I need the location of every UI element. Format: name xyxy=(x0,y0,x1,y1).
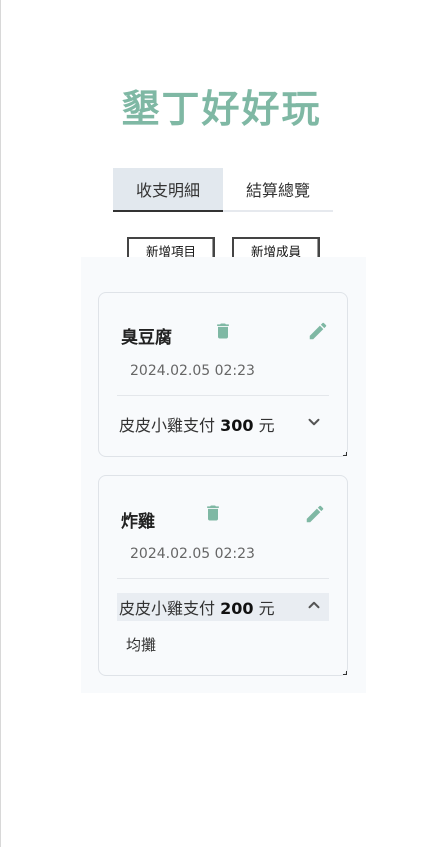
expense-list: 臭豆腐 2024.02.05 02:23 皮皮小雞支付 300 元 炸雞 202… xyxy=(81,257,366,693)
tab-expense-details[interactable]: 收支明細 xyxy=(113,168,223,212)
payer-name: 皮皮小雞 xyxy=(119,416,184,435)
resize-handle[interactable] xyxy=(343,671,347,675)
expense-date: 2024.02.05 02:23 xyxy=(130,546,255,562)
payment-summary[interactable]: 皮皮小雞支付 300 元 xyxy=(117,410,329,438)
expense-date: 2024.02.05 02:23 xyxy=(130,363,255,379)
divider xyxy=(117,395,329,396)
expense-card: 臭豆腐 2024.02.05 02:23 皮皮小雞支付 300 元 xyxy=(98,292,348,457)
tab-bar: 收支明細 結算總覽 xyxy=(113,168,333,212)
divider xyxy=(117,578,329,579)
page-title: 墾丁好好玩 xyxy=(121,87,322,131)
tab-settlement-overview[interactable]: 結算總覽 xyxy=(223,168,333,210)
currency-unit: 元 xyxy=(258,416,275,435)
split-method: 均攤 xyxy=(126,636,157,654)
payment-text: 皮皮小雞支付 300 元 xyxy=(119,412,275,436)
expense-name: 臭豆腐 xyxy=(121,328,172,348)
payer-name: 皮皮小雞 xyxy=(119,599,184,618)
pay-word: 支付 xyxy=(183,416,216,435)
currency-unit: 元 xyxy=(258,599,275,618)
chevron-down-icon[interactable] xyxy=(305,413,323,435)
pencil-icon[interactable] xyxy=(304,503,324,523)
expense-card: 炸雞 2024.02.05 02:23 皮皮小雞支付 200 元 均攤 xyxy=(98,475,348,676)
expense-name: 炸雞 xyxy=(121,512,155,532)
payment-text: 皮皮小雞支付 200 元 xyxy=(119,595,275,619)
amount: 200 xyxy=(220,599,254,618)
trash-icon[interactable] xyxy=(213,321,233,341)
pencil-icon[interactable] xyxy=(307,320,327,340)
resize-handle[interactable] xyxy=(343,452,347,456)
amount: 300 xyxy=(220,416,254,435)
chevron-up-icon[interactable] xyxy=(305,596,323,618)
payment-summary[interactable]: 皮皮小雞支付 200 元 xyxy=(117,593,329,621)
pay-word: 支付 xyxy=(183,599,216,618)
trash-icon[interactable] xyxy=(203,503,223,523)
